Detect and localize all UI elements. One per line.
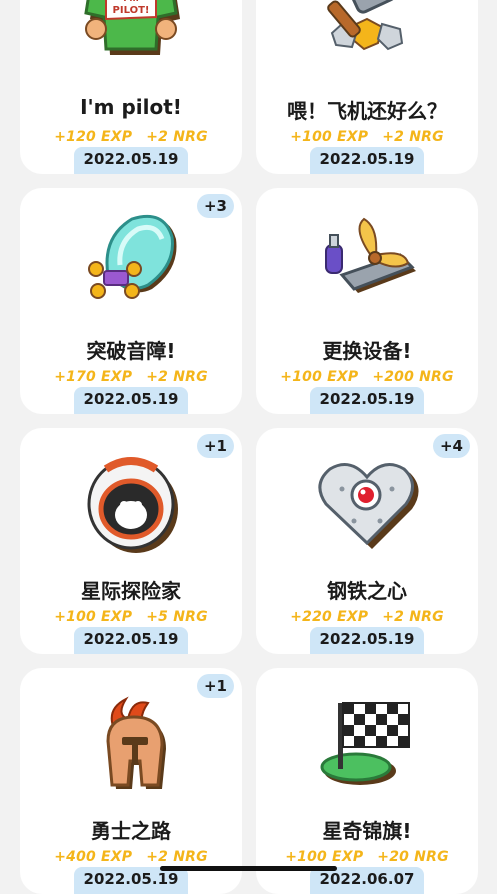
achievement-rewards: +100 EXP +5 NRG [20, 609, 242, 625]
hammer-crash-icon [327, 0, 404, 50]
achievement-date: 2022.05.19 [310, 387, 424, 414]
exp-reward: +170 EXP [54, 369, 133, 385]
achievement-card-space-explorer[interactable]: +1 星际探险家 +100 EXP +5 NRG 2022.05.19 [20, 428, 242, 654]
achievement-rewards: +100 EXP +20 NRG [256, 849, 478, 865]
svg-text:I'm: I'm [123, 0, 138, 4]
achievement-card-plane-ok[interactable]: 喂！飞机还好么？ +100 EXP +2 NRG 2022.05.19 [256, 0, 478, 174]
exp-reward: +220 EXP [290, 609, 369, 625]
achievement-date: 2022.05.19 [74, 147, 188, 174]
nrg-reward: +200 NRG [372, 369, 454, 385]
propeller-parts-icon [325, 217, 416, 293]
achievement-title: 更换设备! [322, 339, 412, 363]
achievement-card-sound-barrier[interactable]: +3 突破音障! +170 EXP +2 NRG 2022.05.19 [20, 188, 242, 414]
achievement-rewards: +220 EXP +2 NRG [256, 609, 478, 625]
achievement-card-pilot[interactable]: I'm PILOT! I'm pilot! +120 EXP +2 NRG 202… [20, 0, 242, 174]
achievement-title: I'm pilot! [80, 95, 182, 119]
achievement-card-star-banner[interactable]: 星奇锦旗! +100 EXP +20 NRG 2022.06.07 [256, 668, 478, 894]
steel-heart-icon [318, 462, 419, 549]
achievement-title: 突破音障! [86, 339, 176, 363]
pilot-shirt-icon: I'm PILOT! [84, 0, 180, 55]
home-indicator[interactable] [160, 866, 337, 871]
achievement-title: 喂！飞机还好么？ [287, 99, 447, 123]
achievement-title: 星际探险家 [81, 579, 181, 603]
nrg-reward: +20 NRG [377, 849, 449, 865]
exp-reward: +100 EXP [285, 849, 364, 865]
checkered-flag-icon [320, 701, 410, 785]
spartan-helmet-icon [106, 696, 166, 789]
achievement-card-steel-heart[interactable]: +4 钢铁之心 +220 EXP +2 NRG 2022.05.19 [256, 428, 478, 654]
achievement-card-warrior-road[interactable]: +1 勇士之路 +400 EXP +2 NRG 2022.05.19 [20, 668, 242, 894]
exp-reward: +100 EXP [54, 609, 133, 625]
achievement-rewards: +100 EXP +2 NRG [256, 129, 478, 145]
nrg-reward: +2 NRG [382, 609, 444, 625]
achievement-date: 2022.05.19 [310, 147, 424, 174]
achievement-date: 2022.05.19 [74, 627, 188, 654]
achievement-title: 钢铁之心 [327, 579, 407, 603]
nrg-reward: +2 NRG [146, 129, 208, 145]
flag-checker [342, 701, 410, 748]
exp-reward: +120 EXP [54, 129, 133, 145]
exp-reward: +100 EXP [290, 129, 369, 145]
astronaut-helmet-icon [87, 456, 178, 553]
nrg-reward: +2 NRG [382, 129, 444, 145]
achievement-title: 勇士之路 [91, 819, 171, 843]
nrg-reward: +5 NRG [146, 609, 208, 625]
exp-reward: +100 EXP [280, 369, 359, 385]
sonic-boom-drone-icon [88, 214, 177, 299]
achievement-date: 2022.05.19 [74, 867, 188, 894]
achievement-rewards: +170 EXP +2 NRG [20, 369, 242, 385]
exp-reward: +400 EXP [54, 849, 133, 865]
achievement-title: 星奇锦旗! [322, 819, 412, 843]
achievement-date: 2022.05.19 [310, 627, 424, 654]
nrg-reward: +2 NRG [146, 849, 208, 865]
achievement-rewards: +100 EXP +200 NRG [256, 369, 478, 385]
achievement-rewards: +120 EXP +2 NRG [20, 129, 242, 145]
nrg-reward: +2 NRG [146, 369, 208, 385]
achievement-date: 2022.06.07 [310, 867, 424, 894]
achievement-date: 2022.05.19 [74, 387, 188, 414]
achievement-card-replace-gear[interactable]: 更换设备! +100 EXP +200 NRG 2022.05.19 [256, 188, 478, 414]
achievement-rewards: +400 EXP +2 NRG [20, 849, 242, 865]
svg-text:PILOT!: PILOT! [113, 5, 150, 16]
